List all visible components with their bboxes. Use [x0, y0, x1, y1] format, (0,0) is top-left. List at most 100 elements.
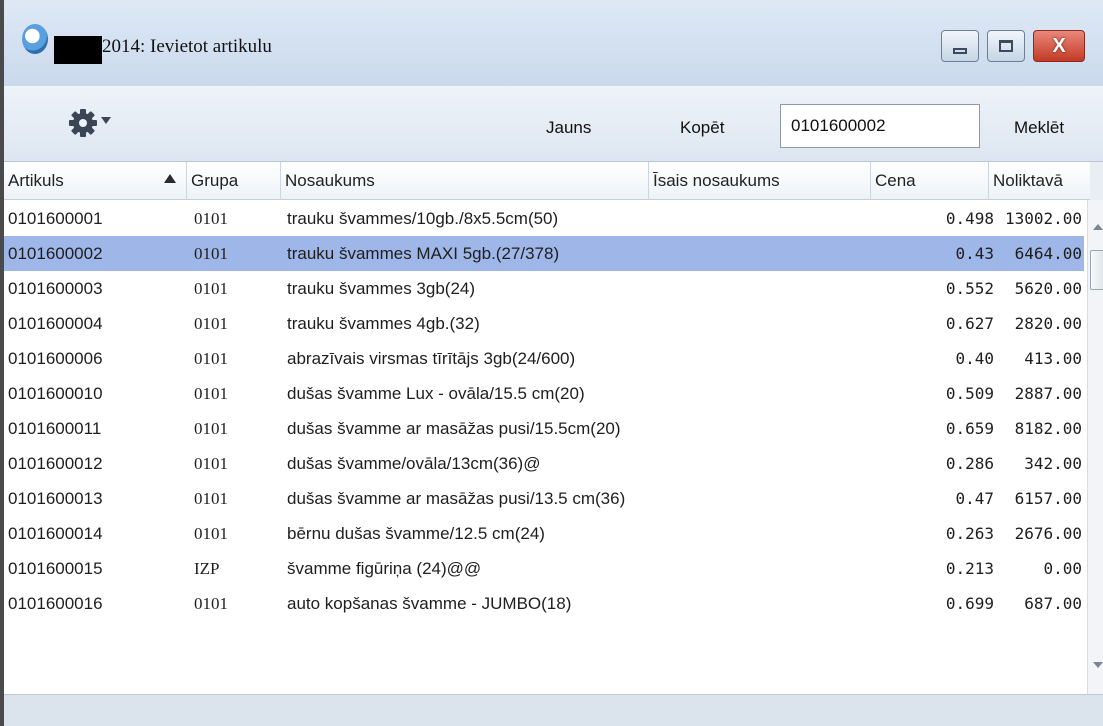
- maximize-icon: [999, 40, 1013, 52]
- app-window: 2014: Ievietot artikulu X Jauns Kopēt Me…: [0, 0, 1103, 726]
- table-row[interactable]: 0101600006 0101 abrazīvais virsmas tīrītāj…: [4, 341, 1084, 376]
- cell-grupa: IZP: [194, 559, 220, 578]
- cell-nosaukums: dušas švamme/ovāla/13cm(36)@: [287, 454, 541, 473]
- cell-cena: 0.552: [945, 279, 994, 298]
- cell-nosaukums: abrazīvais virsmas tīrītājs 3gb(24/600): [287, 349, 576, 368]
- cell-grupa: 0101: [194, 454, 228, 473]
- cell-artikuls: 0101600014: [8, 524, 103, 543]
- title-bar: 2014: Ievietot artikulu X: [4, 0, 1103, 86]
- cell-cena: 0.40: [955, 349, 994, 368]
- cell-noliktava: 13002.00: [1004, 209, 1082, 228]
- cell-noliktava: 413.00: [1024, 349, 1082, 368]
- cell-grupa: 0101: [194, 524, 228, 543]
- table-row[interactable]: 0101600016 0101 auto kopšanas švamme - JUM…: [4, 586, 1084, 621]
- column-header-nosaukums[interactable]: Nosaukums: [281, 162, 649, 200]
- table-row[interactable]: 0101600015 IZP švamme figūriņa (24)@@ 0.213…: [4, 551, 1084, 586]
- column-header-label: Īsais nosaukums: [653, 171, 780, 190]
- cell-cena: 0.43: [955, 244, 994, 263]
- cell-noliktava: 0.00: [1043, 559, 1082, 578]
- cell-noliktava: 2887.00: [1014, 384, 1082, 403]
- copy-button[interactable]: Kopēt: [680, 118, 724, 138]
- cell-cena: 0.627: [945, 314, 994, 333]
- table-row[interactable]: 0101600014 0101 bērnu dušas švamme/12.5 cm…: [4, 516, 1084, 551]
- cell-cena: 0.659: [945, 419, 994, 438]
- minimize-icon: [953, 48, 967, 54]
- cell-nosaukums: trauku švammes/10gb./8x5.5cm(50): [287, 209, 559, 228]
- cell-artikuls: 0101600012: [8, 454, 103, 473]
- cell-cena: 0.498: [945, 209, 994, 228]
- close-button[interactable]: X: [1033, 30, 1085, 62]
- cell-nosaukums: švamme figūriņa (24)@@: [287, 559, 482, 578]
- app-logo-icon: [22, 24, 48, 54]
- table-row[interactable]: 0101600013 0101 dušas švamme ar masāžas pu…: [4, 481, 1084, 516]
- cell-noliktava: 5620.00: [1014, 279, 1082, 298]
- column-header-label: Artikuls: [8, 171, 64, 190]
- cell-nosaukums: trauku švammes 3gb(24): [287, 279, 476, 298]
- cell-artikuls: 0101600016: [8, 594, 103, 613]
- cell-grupa: 0101: [194, 384, 228, 403]
- cell-nosaukums: dušas švamme ar masāžas pusi/15.5cm(20): [287, 419, 621, 438]
- cell-noliktava: 8182.00: [1014, 419, 1082, 438]
- cell-nosaukums: dušas švamme Lux - ovāla/15.5 cm(20): [287, 384, 585, 403]
- cell-noliktava: 687.00: [1024, 594, 1082, 613]
- cell-cena: 0.286: [945, 454, 994, 473]
- gear-icon[interactable]: [68, 108, 98, 138]
- cell-grupa: 0101: [194, 209, 228, 228]
- column-header-grupa[interactable]: Grupa: [187, 162, 281, 200]
- table-row[interactable]: 0101600003 0101 trauku švammes 3gb(24) 0.55…: [4, 271, 1084, 306]
- cell-nosaukums: auto kopšanas švamme - JUMBO(18): [287, 594, 572, 613]
- cell-artikuls: 0101600013: [8, 489, 103, 508]
- cell-artikuls: 0101600006: [8, 349, 103, 368]
- cell-artikuls: 0101600003: [8, 279, 103, 298]
- cell-grupa: 0101: [194, 489, 228, 508]
- cell-nosaukums: trauku švammes MAXI 5gb.(27/378): [287, 244, 560, 263]
- redacted-block: [54, 36, 102, 64]
- cell-grupa: 0101: [194, 244, 228, 263]
- table-row[interactable]: 0101600012 0101 dušas švamme/ovāla/13cm(36…: [4, 446, 1084, 481]
- cell-noliktava: 2820.00: [1014, 314, 1082, 333]
- cell-noliktava: 6157.00: [1014, 489, 1082, 508]
- minimize-button[interactable]: [941, 30, 979, 62]
- cell-grupa: 0101: [194, 594, 228, 613]
- cell-cena: 0.509: [945, 384, 994, 403]
- cell-cena: 0.263: [945, 524, 994, 543]
- scrollbar-thumb[interactable]: [1090, 250, 1103, 290]
- cell-cena: 0.699: [945, 594, 994, 613]
- column-header-label: Noliktavā: [993, 171, 1063, 190]
- table-row[interactable]: 0101600001 0101 trauku švammes/10gb./8x5.5…: [4, 201, 1084, 236]
- column-header-isais-nosaukums[interactable]: Īsais nosaukums: [649, 162, 871, 200]
- cell-artikuls: 0101600001: [8, 209, 103, 228]
- column-header-cena[interactable]: Cena: [871, 162, 989, 200]
- table-row[interactable]: 0101600010 0101 dušas švamme Lux - ovāla/1…: [4, 376, 1084, 411]
- cell-noliktava: 2676.00: [1014, 524, 1082, 543]
- table-row[interactable]: 0101600011 0101 dušas švamme ar masāžas pu…: [4, 411, 1084, 446]
- cell-grupa: 0101: [194, 314, 228, 333]
- new-button[interactable]: Jauns: [546, 118, 591, 138]
- chevron-down-icon[interactable]: [101, 117, 111, 124]
- table-row[interactable]: 0101600004 0101 trauku švammes 4gb.(32) 0.6…: [4, 306, 1084, 341]
- column-header-noliktava[interactable]: Noliktavā: [989, 162, 1090, 200]
- cell-artikuls: 0101600015: [8, 559, 103, 578]
- window-title: 2014: Ievietot artikulu: [102, 36, 272, 57]
- cell-artikuls: 0101600010: [8, 384, 103, 403]
- status-bar: [4, 694, 1103, 726]
- cell-artikuls: 0101600004: [8, 314, 103, 333]
- cell-cena: 0.47: [955, 489, 994, 508]
- column-header-artikuls[interactable]: Artikuls: [4, 162, 187, 200]
- cell-nosaukums: bērnu dušas švamme/12.5 cm(24): [287, 524, 545, 543]
- maximize-button[interactable]: [987, 30, 1025, 62]
- cell-nosaukums: dušas švamme ar masāžas pusi/13.5 cm(36): [287, 489, 626, 508]
- search-input[interactable]: [780, 104, 980, 148]
- scroll-down-icon[interactable]: [1093, 662, 1103, 668]
- cell-noliktava: 6464.00: [1014, 244, 1082, 263]
- column-header-label: Grupa: [191, 171, 239, 190]
- table-row[interactable]: 0101600002 0101 trauku švammes MAXI 5gb.(2…: [4, 236, 1084, 271]
- scroll-up-icon[interactable]: [1093, 224, 1103, 230]
- search-button[interactable]: Meklēt: [1014, 118, 1064, 138]
- cell-grupa: 0101: [194, 279, 228, 298]
- cell-grupa: 0101: [194, 419, 228, 438]
- cell-grupa: 0101: [194, 349, 228, 368]
- cell-noliktava: 342.00: [1024, 454, 1082, 473]
- column-header-label: Nosaukums: [285, 171, 375, 190]
- vertical-scrollbar[interactable]: [1087, 200, 1103, 694]
